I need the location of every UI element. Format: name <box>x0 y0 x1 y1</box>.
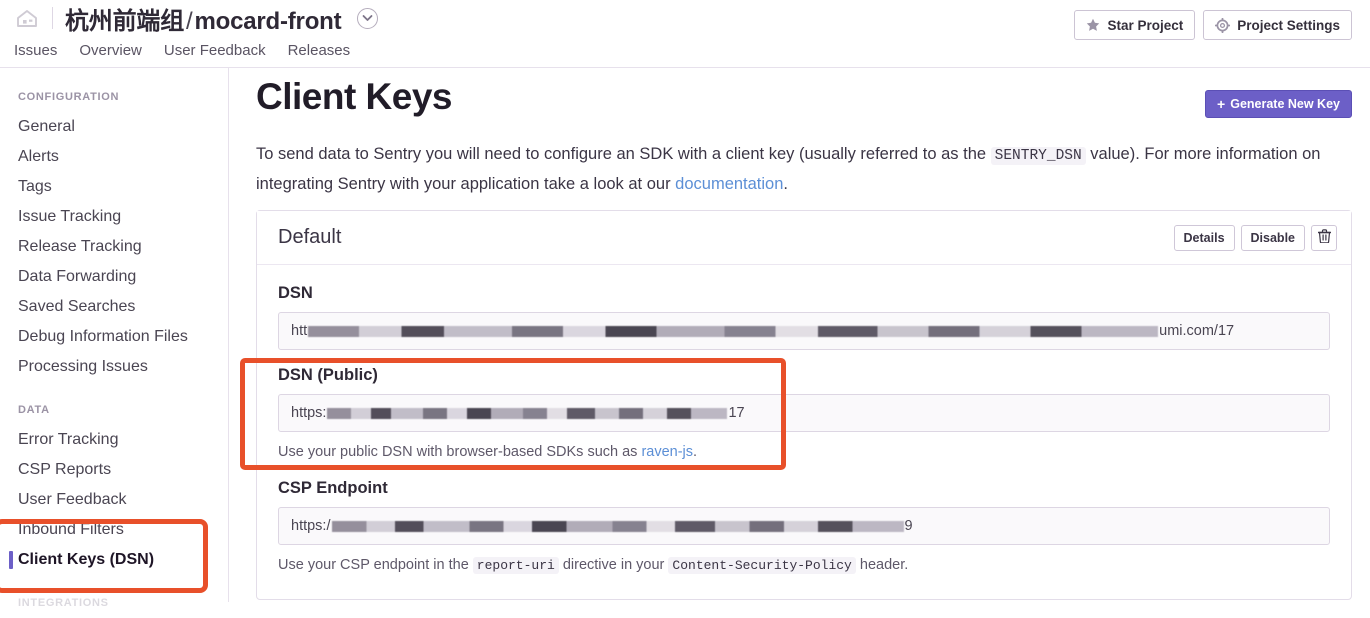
star-project-button[interactable]: Star Project <box>1074 10 1195 40</box>
key-name-title: Default <box>278 226 1174 249</box>
nav-tab-overview[interactable]: Overview <box>79 42 142 59</box>
breadcrumb-project[interactable]: mocard-front <box>194 8 341 35</box>
sidebar-item-issue-tracking[interactable]: Issue Tracking <box>0 202 228 232</box>
dsn-public-help-part1: Use your public DSN with browser-based S… <box>278 444 637 460</box>
documentation-link[interactable]: documentation <box>675 175 783 193</box>
csp-endpoint-input[interactable]: https:/ 9 <box>278 507 1330 545</box>
top-header-bar: 杭州前端组/mocard-front Issues Overview User … <box>0 0 1370 68</box>
csp-help-part2: directive in your <box>563 557 665 573</box>
dsn-public-help-part2: . <box>693 444 697 460</box>
breadcrumb-title[interactable]: 杭州前端组/mocard-front <box>65 1 341 36</box>
dsn-input[interactable]: htt umi.com/17 <box>278 312 1330 350</box>
disable-button[interactable]: Disable <box>1241 225 1305 251</box>
nav-tab-releases[interactable]: Releases <box>288 42 351 59</box>
generate-new-key-label: Generate New Key <box>1230 97 1340 111</box>
project-settings-button[interactable]: Project Settings <box>1203 10 1352 40</box>
client-key-panel: Default Details Disable <box>256 210 1352 600</box>
sidebar-item-debug-information-files[interactable]: Debug Information Files <box>0 322 228 352</box>
csp-endpoint-value: https:/ 9 <box>291 518 913 534</box>
sidebar-heading-data: DATA <box>0 382 228 425</box>
sentry-dsn-code: SENTRY_DSN <box>991 147 1086 165</box>
sidebar-item-data-forwarding[interactable]: Data Forwarding <box>0 262 228 292</box>
settings-sidebar: CONFIGURATION General Alerts Tags Issue … <box>0 68 229 602</box>
chevron-down-icon[interactable] <box>357 8 378 29</box>
sidebar-item-tags[interactable]: Tags <box>0 172 228 202</box>
dsn-value-suffix: umi.com/17 <box>1159 323 1234 339</box>
home-icon[interactable] <box>14 5 40 31</box>
csp-help-part1: Use your CSP endpoint in the <box>278 557 469 573</box>
field-dsn-public: DSN (Public) https: 17 Use your public DS… <box>278 366 1330 463</box>
dsn-public-value-prefix: https: <box>291 405 326 421</box>
breadcrumb-slash: / <box>184 8 194 35</box>
intro-paragraph: To send data to Sentry you will need to … <box>256 140 1350 198</box>
sidebar-item-csp-reports[interactable]: CSP Reports <box>0 455 228 485</box>
sidebar-item-alerts[interactable]: Alerts <box>0 142 228 172</box>
star-icon <box>1086 18 1100 32</box>
intro-text-part1: To send data to Sentry you will need to … <box>256 145 986 163</box>
csp-endpoint-value-suffix: 9 <box>905 518 913 534</box>
field-csp-endpoint: CSP Endpoint https:/ 9 Use your CSP endpo… <box>278 479 1330 577</box>
generate-new-key-button[interactable]: + Generate New Key <box>1205 90 1352 118</box>
dsn-public-value-suffix: 17 <box>728 405 744 421</box>
field-csp-endpoint-label: CSP Endpoint <box>278 479 1330 498</box>
sidebar-heading-configuration: CONFIGURATION <box>0 91 228 112</box>
panel-body: DSN htt umi.com/17 DSN (Public) https: 17 … <box>257 265 1351 599</box>
project-nav-tabs: Issues Overview User Feedback Releases <box>14 36 350 64</box>
csp-endpoint-value-prefix: https:/ <box>291 518 331 534</box>
intro-text-part3: . <box>783 175 788 193</box>
field-dsn-public-label: DSN (Public) <box>278 366 1330 385</box>
raven-js-link[interactable]: raven-js <box>641 444 693 460</box>
report-uri-code: report-uri <box>473 557 559 574</box>
dsn-redacted-region <box>308 326 1158 337</box>
csp-help-part3: header. <box>860 557 908 573</box>
field-dsn: DSN htt umi.com/17 <box>278 284 1330 350</box>
csp-endpoint-redacted-region <box>332 521 904 532</box>
dsn-public-redacted-region <box>327 408 727 419</box>
header-actions: Star Project Project Settings <box>1074 10 1352 40</box>
content-security-policy-code: Content-Security-Policy <box>668 557 855 574</box>
sidebar-item-client-keys-dsn[interactable]: Client Keys (DSN) <box>0 545 228 575</box>
trash-icon <box>1318 229 1331 246</box>
nav-tab-user-feedback[interactable]: User Feedback <box>164 42 266 59</box>
sidebar-item-processing-issues[interactable]: Processing Issues <box>0 352 228 382</box>
details-button[interactable]: Details <box>1174 225 1235 251</box>
sidebar-item-user-feedback[interactable]: User Feedback <box>0 485 228 515</box>
panel-actions: Details Disable <box>1174 225 1337 251</box>
sidebar-heading-integrations: INTEGRATIONS <box>0 575 228 618</box>
sidebar-item-inbound-filters[interactable]: Inbound Filters <box>0 515 228 545</box>
breadcrumb: 杭州前端组/mocard-front <box>14 2 378 34</box>
csp-endpoint-help: Use your CSP endpoint in the report-uri … <box>278 554 1330 577</box>
sidebar-item-saved-searches[interactable]: Saved Searches <box>0 292 228 322</box>
dsn-public-input[interactable]: https: 17 <box>278 394 1330 432</box>
sidebar-item-error-tracking[interactable]: Error Tracking <box>0 425 228 455</box>
sidebar-item-general[interactable]: General <box>0 112 228 142</box>
dsn-public-value: https: 17 <box>291 405 745 421</box>
dsn-public-help: Use your public DSN with browser-based S… <box>278 441 1330 463</box>
dsn-value-prefix: htt <box>291 323 307 339</box>
panel-header: Default Details Disable <box>257 211 1351 265</box>
plus-icon: + <box>1217 97 1225 111</box>
delete-key-button[interactable] <box>1311 225 1337 251</box>
breadcrumb-org[interactable]: 杭州前端组 <box>65 8 184 35</box>
breadcrumb-divider <box>52 7 53 29</box>
nav-tab-issues[interactable]: Issues <box>14 42 57 59</box>
field-dsn-label: DSN <box>278 284 1330 303</box>
page-title: Client Keys <box>256 76 452 118</box>
dsn-value: htt umi.com/17 <box>291 323 1234 339</box>
star-project-label: Star Project <box>1107 18 1183 33</box>
gear-icon <box>1215 18 1230 33</box>
project-settings-label: Project Settings <box>1237 18 1340 33</box>
sidebar-item-release-tracking[interactable]: Release Tracking <box>0 232 228 262</box>
